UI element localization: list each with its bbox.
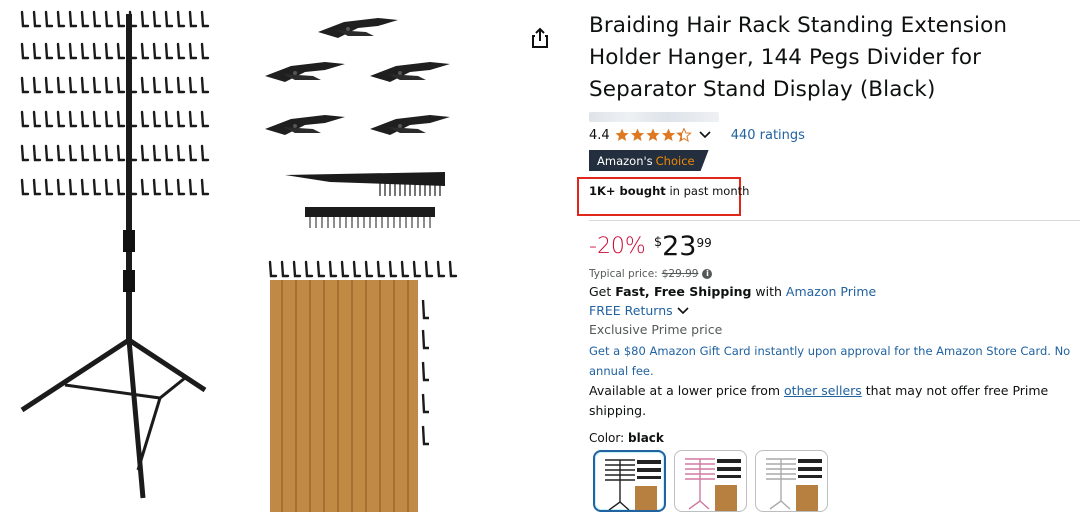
swatch-white[interactable] xyxy=(755,450,828,512)
info-icon[interactable]: i xyxy=(702,269,713,279)
free-returns[interactable]: FREE Returns xyxy=(589,301,689,321)
color-label: Color: xyxy=(589,431,628,445)
color-selector-label: Color: black xyxy=(589,428,664,448)
shipping-line: Get Fast, Free Shipping with Amazon Prim… xyxy=(589,282,876,302)
color-value: black xyxy=(627,431,664,445)
rating-row: 4.4 440 ratings xyxy=(589,124,1080,146)
free-returns-link[interactable]: FREE Returns xyxy=(589,303,673,318)
shipping-with: with xyxy=(751,284,786,299)
discount-percent: -20% xyxy=(589,234,646,259)
divider xyxy=(589,220,1080,221)
badge-suffix: Choice xyxy=(655,153,695,168)
gift-card-offer[interactable]: Get a $80 Amazon Gift Card instantly upo… xyxy=(589,341,1079,381)
bought-suffix: in past month xyxy=(665,184,750,198)
amazon-prime-link[interactable]: Amazon Prime xyxy=(786,284,876,299)
ratings-count-link[interactable]: 440 ratings xyxy=(731,128,805,143)
rating-value: 4.4 xyxy=(589,127,610,143)
typical-price-label: Typical price: xyxy=(589,268,658,280)
main-product-image[interactable] xyxy=(0,0,530,513)
lower-price-note: Available at a lower price from other se… xyxy=(589,381,1069,421)
typical-price-value: $29.99 xyxy=(661,268,699,280)
price-block: -20% $ 23 99 xyxy=(589,230,712,264)
product-title: Braiding Hair Rack Standing Extension Ho… xyxy=(589,13,1008,102)
swatch-pink[interactable] xyxy=(674,450,747,512)
share-icon[interactable] xyxy=(528,26,552,50)
price-symbol: $ xyxy=(653,235,663,250)
star-icon xyxy=(615,128,629,141)
star-icon xyxy=(630,128,644,141)
exclusive-prime-price: Exclusive Prime price xyxy=(589,322,723,337)
store-link-blurred[interactable] xyxy=(589,112,719,122)
typical-price: Typical price: $29.99 i xyxy=(589,268,713,280)
star-icon xyxy=(646,128,660,141)
product-info: Braiding Hair Rack Standing Extension Ho… xyxy=(577,10,1080,445)
other-sellers-link[interactable]: other sellers xyxy=(784,383,862,398)
badge-prefix: Amazon's xyxy=(597,153,653,168)
shipping-get: Get xyxy=(589,284,616,299)
lower-price-a: Available at a lower price from xyxy=(589,383,785,398)
bought-count: 1K+ bought xyxy=(589,184,666,198)
swatch-black[interactable] xyxy=(593,450,666,512)
star-rating[interactable] xyxy=(615,128,693,142)
chevron-down-icon[interactable] xyxy=(699,128,711,143)
color-swatches xyxy=(593,450,828,512)
price-whole: 23 xyxy=(662,231,697,262)
star-icon xyxy=(661,128,675,141)
amazons-choice-badge[interactable]: Amazon's Choice xyxy=(589,150,709,171)
bought-in-past-month: 1K+ bought in past month xyxy=(589,184,749,198)
chevron-down-icon[interactable] xyxy=(677,303,689,318)
fast-free-shipping: Fast, Free Shipping xyxy=(615,284,752,299)
price-fraction: 99 xyxy=(696,236,712,250)
